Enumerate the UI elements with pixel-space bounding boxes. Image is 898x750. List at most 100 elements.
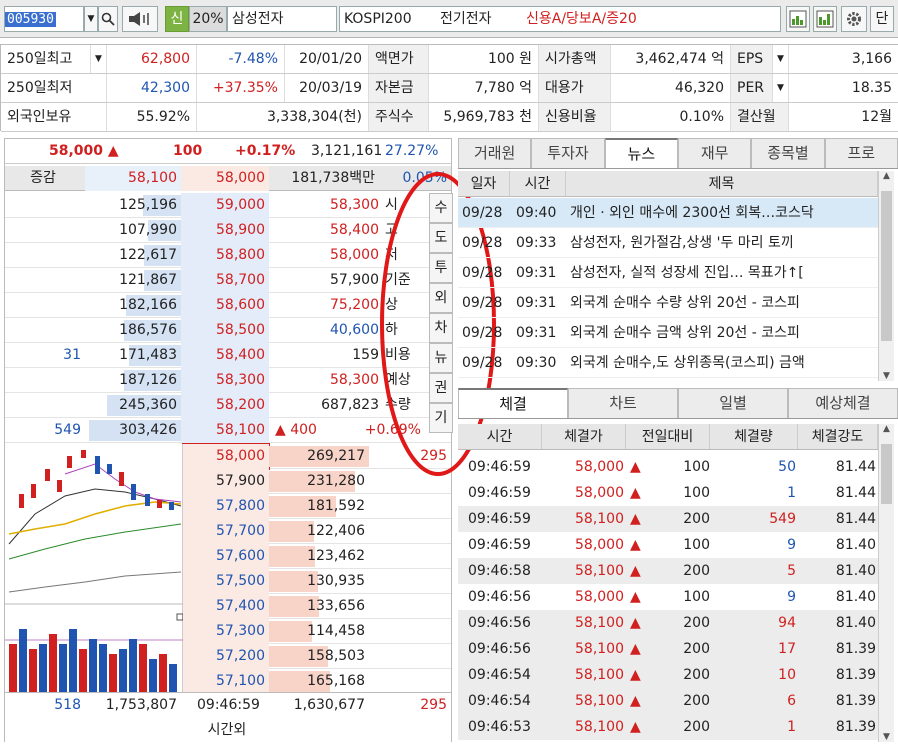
- news-row[interactable]: 09/28 09:31 외국계 순매수 금액 상위 20선 - 코스피: [458, 318, 878, 348]
- trade-scrollbar[interactable]: ▲ ▼: [878, 424, 894, 742]
- news-time: 09:31: [516, 265, 557, 281]
- bid-qty: 165,168: [307, 673, 365, 689]
- news-date: 09/28: [462, 205, 503, 221]
- news-row[interactable]: 09/28 09:33 삼성전자, 원가절감,상생 '두 마리 토끼: [458, 228, 878, 258]
- news-scroll-thumb[interactable]: [881, 191, 892, 341]
- news-row[interactable]: 09/28 09:30 외국계 순매수,도 상위종목(코스피) 금액: [458, 348, 878, 378]
- tab-news-0[interactable]: 거래원: [458, 138, 532, 168]
- ask-price[interactable]: 58,400: [181, 343, 269, 368]
- tab-news-1[interactable]: 투자자: [531, 138, 605, 168]
- after-hours-label[interactable]: 시간외: [185, 718, 273, 743]
- ask-price[interactable]: 58,300: [181, 368, 269, 393]
- tab-news-4[interactable]: 종목별: [751, 138, 825, 168]
- news-row[interactable]: 09/28 09:31 삼성전자, 실적 성장세 진입… 목표가↑[: [458, 258, 878, 288]
- trade-header: 시간 체결가 전일대비 체결량 체결강도: [458, 424, 878, 450]
- bid-price[interactable]: 57,300: [183, 619, 269, 644]
- bid-price[interactable]: 57,900: [183, 469, 269, 494]
- ask-price[interactable]: 58,200: [181, 393, 269, 418]
- bid-price[interactable]: 57,600: [183, 544, 269, 569]
- trade-price: 58,100: [575, 615, 624, 631]
- trade-strength: 81.39: [835, 667, 876, 683]
- ask-change: 549: [54, 422, 81, 438]
- tab-trade-2[interactable]: 일별: [678, 388, 788, 418]
- info-value: 3,166: [789, 45, 898, 73]
- tab-news-3[interactable]: 재무: [677, 138, 752, 168]
- column-header-time: 시간: [458, 424, 542, 449]
- trade-change: 200: [683, 615, 710, 631]
- speaker-icon[interactable]: [122, 6, 158, 32]
- tab-trade-0[interactable]: 체결: [458, 388, 568, 418]
- tab-news-5[interactable]: 프로: [824, 138, 898, 168]
- bid-price[interactable]: 57,100: [183, 669, 269, 694]
- up-arrow-icon: ▲: [630, 719, 641, 735]
- bid-price[interactable]: 57,800: [183, 494, 269, 519]
- dropdown-arrow-icon[interactable]: ▼: [773, 74, 789, 102]
- dropdown-arrow-icon[interactable]: ▼: [773, 45, 789, 73]
- chart-window-2-icon[interactable]: [813, 6, 837, 32]
- bid-price[interactable]: 57,700: [183, 519, 269, 544]
- scroll-down-icon[interactable]: ▼: [879, 371, 894, 381]
- stock-code-input[interactable]: 005930: [4, 6, 84, 32]
- info-label: 대용가: [539, 74, 611, 102]
- search-icon[interactable]: [98, 6, 118, 32]
- trade-strength: 81.39: [835, 719, 876, 735]
- trade-row: 09:46:54 58,100 ▲ 200 6 81.39: [458, 688, 878, 714]
- trade-price: 58,000: [575, 459, 624, 475]
- single-button[interactable]: 단: [870, 6, 894, 32]
- bid-change: [369, 619, 451, 644]
- tab-trade-3[interactable]: 예상체결: [788, 388, 898, 418]
- up-arrow-icon: ▲: [630, 615, 641, 631]
- tab-trade-1[interactable]: 차트: [568, 388, 678, 418]
- info-row-foreign: 외국인보유 55.92% 3,338,304(천) 주식수 5,969,783 …: [1, 103, 898, 132]
- column-header-change: 전일대비: [626, 424, 710, 449]
- news-title: 삼성전자, 원가절감,상생 '두 마리 토끼: [570, 235, 794, 251]
- trade-qty: 6: [787, 693, 796, 709]
- trade-price: 58,100: [575, 563, 624, 579]
- bid-qty: 133,656: [307, 598, 365, 614]
- column-header-price: 체결가: [542, 424, 626, 449]
- ask-price[interactable]: 58,800: [181, 243, 269, 268]
- candles: [19, 450, 174, 510]
- toolbar: 005930 ▼ 신 20% 삼성전자 KOSPI200 전기전자 신용A/당보…: [0, 0, 898, 38]
- stock-info-table: 250일최고 ▼ 62,800 -7.48% 20/01/20 액면가 100 …: [0, 44, 898, 132]
- scroll-down-icon[interactable]: ▼: [879, 732, 894, 742]
- bid-price[interactable]: 58,000: [182, 443, 270, 470]
- info-row-high: 250일최고 ▼ 62,800 -7.48% 20/01/20 액면가 100 …: [1, 45, 898, 74]
- scroll-up-icon[interactable]: ▲: [879, 424, 894, 434]
- gear-icon[interactable]: [841, 6, 867, 32]
- bid-change: [369, 544, 451, 569]
- dropdown-arrow-icon[interactable]: ▼: [91, 45, 107, 73]
- trade-qty: 50: [778, 459, 796, 475]
- bid-price[interactable]: 57,200: [183, 644, 269, 669]
- up-arrow-icon: ▲: [630, 641, 641, 657]
- scroll-up-icon[interactable]: ▲: [879, 171, 894, 181]
- trade-strength: 81.44: [835, 485, 876, 501]
- news-row[interactable]: 09/28 09:31 외국계 순매수 수량 상위 20선 - 코스피: [458, 288, 878, 318]
- tab-news-2[interactable]: 뉴스: [604, 138, 678, 168]
- ask-price[interactable]: 58,100: [181, 418, 269, 443]
- up-arrow-icon: ▲: [630, 485, 641, 501]
- trade-qty: 1: [787, 485, 796, 501]
- dropdown-arrow-icon[interactable]: ▼: [84, 6, 98, 32]
- bid-price[interactable]: 57,500: [183, 569, 269, 594]
- price-change: 100: [173, 143, 203, 159]
- news-date: 09/28: [462, 295, 503, 311]
- column-header-date: 일자: [458, 171, 510, 196]
- trade-scroll-thumb[interactable]: [881, 444, 892, 504]
- trade-price: 58,100: [575, 511, 624, 527]
- chart-window-icon[interactable]: [786, 6, 810, 32]
- ask-price[interactable]: 59,000: [181, 193, 269, 218]
- news-scrollbar[interactable]: ▲ ▼: [878, 171, 894, 381]
- info-value: 18.35: [789, 74, 898, 102]
- trade-qty: 549: [769, 511, 796, 527]
- ask-price[interactable]: 58,500: [181, 318, 269, 343]
- news-row[interactable]: 09/28 09:40 개인 · 외인 매수에 2300선 회복…코스닥: [458, 198, 878, 228]
- ask-price[interactable]: 58,600: [181, 293, 269, 318]
- ask-change: [5, 243, 85, 268]
- bid-price[interactable]: 57,400: [183, 594, 269, 619]
- ask-price[interactable]: 58,900: [181, 218, 269, 243]
- ask-change: [5, 193, 85, 218]
- ask-price[interactable]: 58,700: [181, 268, 269, 293]
- trade-qty: 1: [787, 719, 796, 735]
- ask-qty: 122,617: [119, 247, 177, 263]
